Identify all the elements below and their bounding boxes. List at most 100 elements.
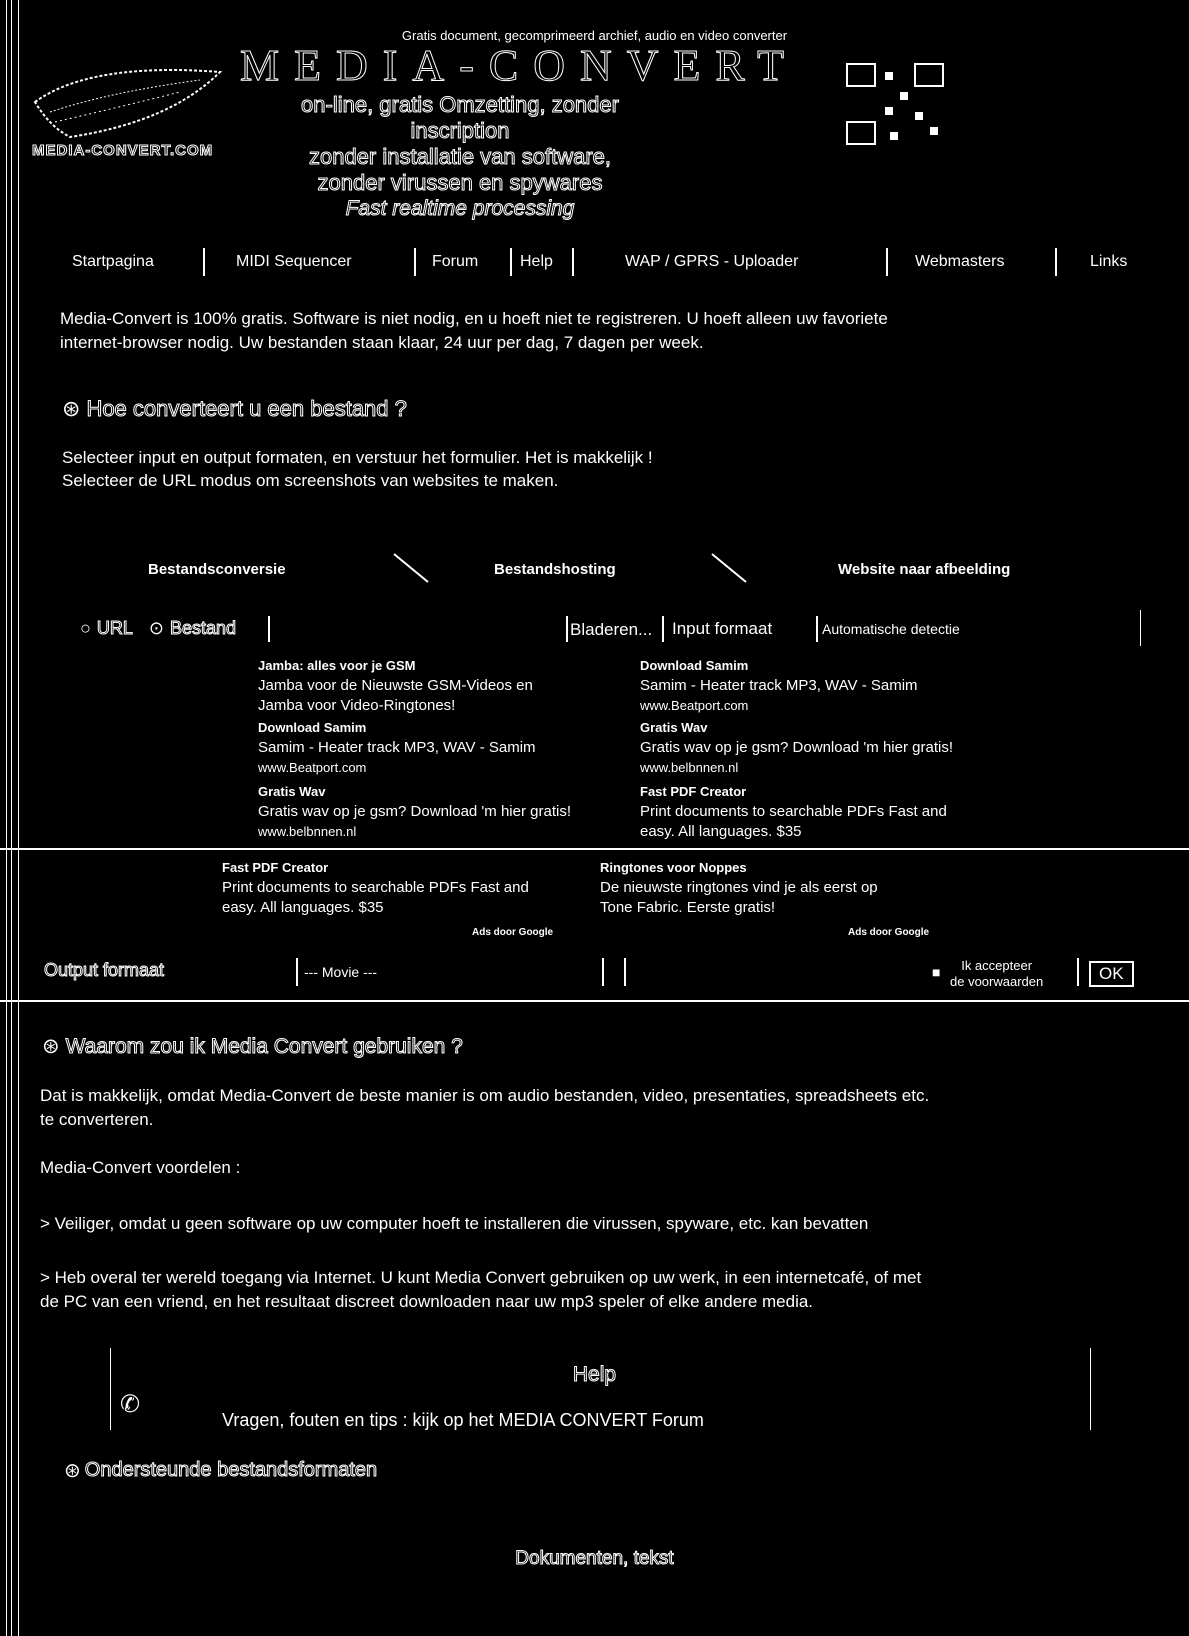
output-option-box[interactable] — [602, 958, 626, 986]
help-icon: ✆ — [120, 1391, 141, 1418]
field-separator — [296, 958, 298, 986]
nav-separator — [203, 248, 205, 276]
ad-title[interactable]: Gratis Wav — [258, 782, 571, 802]
header-line: inscription — [410, 118, 510, 144]
header-line: on-line, gratis Omzetting, zonder — [301, 92, 620, 118]
file-label: Bestand — [169, 618, 237, 639]
ad-title[interactable]: Download Samim — [258, 718, 571, 738]
ads-top-left: Jamba: alles voor je GSM Jamba voor de N… — [258, 656, 571, 842]
browse-button[interactable]: Bladeren... — [570, 620, 652, 640]
tab-bestandsconversie[interactable]: Bestandsconversie — [148, 561, 286, 578]
ad-title[interactable]: Download Samim — [640, 656, 953, 676]
tab-bestandshosting[interactable]: Bestandshosting — [494, 561, 616, 578]
nav-help[interactable]: Help — [520, 253, 553, 271]
nav-links[interactable]: Links — [1090, 253, 1127, 271]
help-title: Help — [572, 1363, 617, 1387]
tab-website-naar-afbeelding[interactable]: Website naar afbeelding — [838, 561, 1010, 578]
header-line: zonder virussen en spywares — [317, 170, 603, 196]
ad-line: De nieuwste ringtones vind je als eerst … — [600, 879, 878, 896]
ads-bottom-left: Fast PDF Creator Print documents to sear… — [222, 858, 529, 918]
formats-heading-text: Ondersteunde bestandsformaten — [84, 1459, 378, 1482]
ad-url[interactable]: www.Beatport.com — [258, 758, 571, 778]
question-icon: ⊛ — [42, 1035, 60, 1058]
site-label: MEDIA-CONVERT.COM — [31, 142, 214, 160]
left-border-line — [6, 0, 7, 1636]
output-format-select[interactable]: --- Movie --- — [304, 964, 377, 980]
file-radio[interactable]: ⊙ — [149, 618, 164, 639]
ad-url[interactable]: www.Beatport.com — [640, 696, 953, 716]
section-divider — [0, 1000, 1189, 1002]
field-separator — [816, 616, 818, 642]
ad-line: easy. All languages. $35 — [222, 899, 384, 916]
ads-google-label[interactable]: Ads door Google — [848, 927, 929, 938]
help-box-border — [1090, 1348, 1091, 1430]
question-icon: ⊛ — [64, 1460, 81, 1482]
ad-title[interactable]: Fast PDF Creator — [222, 858, 529, 878]
ad-line: Print documents to searchable PDFs Fast … — [640, 803, 947, 820]
nav-separator — [572, 248, 574, 276]
header-italic-line: Fast realtime processing — [345, 197, 575, 221]
intro-line: internet-browser nodig. Uw bestanden sta… — [60, 333, 704, 352]
ad-line: Jamba voor Video-Ringtones! — [258, 697, 456, 714]
header-line: zonder installatie van software, — [308, 144, 612, 170]
tab-divider — [711, 553, 747, 583]
why-point: > Heb overal ter wereld toegang via Inte… — [40, 1268, 922, 1287]
why-para: te converteren. — [40, 1110, 154, 1129]
question-icon: ⊛ — [62, 396, 81, 421]
field-separator — [1077, 958, 1079, 986]
howto-line: Selecteer de URL modus om screenshots va… — [62, 471, 559, 490]
ad-title[interactable]: Ringtones voor Noppes — [600, 858, 878, 878]
input-format-select[interactable]: Automatische detectie — [822, 621, 960, 637]
why-point: de PC van een vriend, en het resultaat d… — [40, 1292, 814, 1311]
ad-line: Gratis wav op je gsm? Download 'm hier g… — [258, 803, 571, 820]
nav-separator — [1055, 248, 1057, 276]
ad-line: Samim - Heater track MP3, WAV - Samim — [640, 677, 918, 694]
ad-title[interactable]: Fast PDF Creator — [640, 782, 953, 802]
accept-label-line: Ik accepteer — [961, 958, 1033, 973]
nav-webmasters[interactable]: Webmasters — [915, 253, 1005, 271]
section-divider — [0, 848, 1189, 850]
help-box-border — [110, 1348, 111, 1430]
file-input[interactable] — [268, 616, 568, 642]
ad-url[interactable]: www.belbnnen.nl — [258, 822, 571, 842]
accept-label-line: de voorwaarden — [950, 974, 1044, 989]
accept-checkbox[interactable]: ■ — [932, 964, 940, 980]
ad-line: easy. All languages. $35 — [640, 823, 802, 840]
nav-midi-sequencer[interactable]: MIDI Sequencer — [236, 253, 352, 271]
nav-separator — [510, 248, 512, 276]
ad-line: Print documents to searchable PDFs Fast … — [222, 879, 529, 896]
why-heading: ⊛ Waarom zou ik Media Convert gebruiken … — [42, 1034, 463, 1059]
ad-line: Tone Fabric. Eerste gratis! — [600, 899, 776, 916]
nav-wap-uploader[interactable]: WAP / GPRS - Uploader — [625, 253, 798, 271]
left-border-line — [18, 0, 19, 1636]
howto-heading-text: Hoe converteert u een bestand ? — [86, 396, 407, 422]
qr-code-icon — [846, 63, 944, 145]
logo-text: MEDIA-CONVERT — [240, 41, 799, 91]
ad-title[interactable]: Jamba: alles voor je GSM — [258, 656, 571, 676]
ad-line: Samim - Heater track MP3, WAV - Samim — [258, 739, 536, 756]
ads-google-label[interactable]: Ads door Google — [472, 927, 553, 938]
input-mode-group: ○ URL ⊙ Bestand — [80, 618, 237, 639]
logo-feather-icon — [33, 69, 223, 139]
output-format-label: Output formaat — [43, 960, 165, 981]
ad-url[interactable]: www.belbnnen.nl — [640, 758, 953, 778]
ads-bottom-right: Ringtones voor Noppes De nieuwste ringto… — [600, 858, 878, 918]
field-separator — [662, 616, 664, 642]
nav-startpagina[interactable]: Startpagina — [72, 253, 154, 271]
accept-label: Ik accepteer de voorwaarden — [950, 958, 1043, 990]
nav-forum[interactable]: Forum — [432, 253, 478, 271]
why-heading-text: Waarom zou ik Media Convert gebruiken ? — [65, 1034, 463, 1058]
left-border-line — [11, 0, 12, 1636]
tab-divider — [393, 553, 429, 583]
ad-title[interactable]: Gratis Wav — [640, 718, 953, 738]
header-lines: on-line, gratis Omzetting, zonder inscri… — [240, 92, 680, 222]
nav-separator — [886, 248, 888, 276]
why-advantages: Media-Convert voordelen : — [40, 1158, 241, 1177]
help-text[interactable]: Vragen, fouten en tips : kijk op het MED… — [222, 1410, 704, 1431]
why-point: > Veiliger, omdat u geen software op uw … — [40, 1214, 869, 1233]
url-radio[interactable]: ○ — [80, 618, 91, 639]
howto-heading: ⊛ Hoe converteert u een bestand ? — [62, 396, 407, 422]
ad-line: Jamba voor de Nieuwste GSM-Videos en — [258, 677, 533, 694]
ok-button[interactable]: OK — [1089, 961, 1134, 987]
ads-top-right: Download Samim Samim - Heater track MP3,… — [640, 656, 953, 842]
